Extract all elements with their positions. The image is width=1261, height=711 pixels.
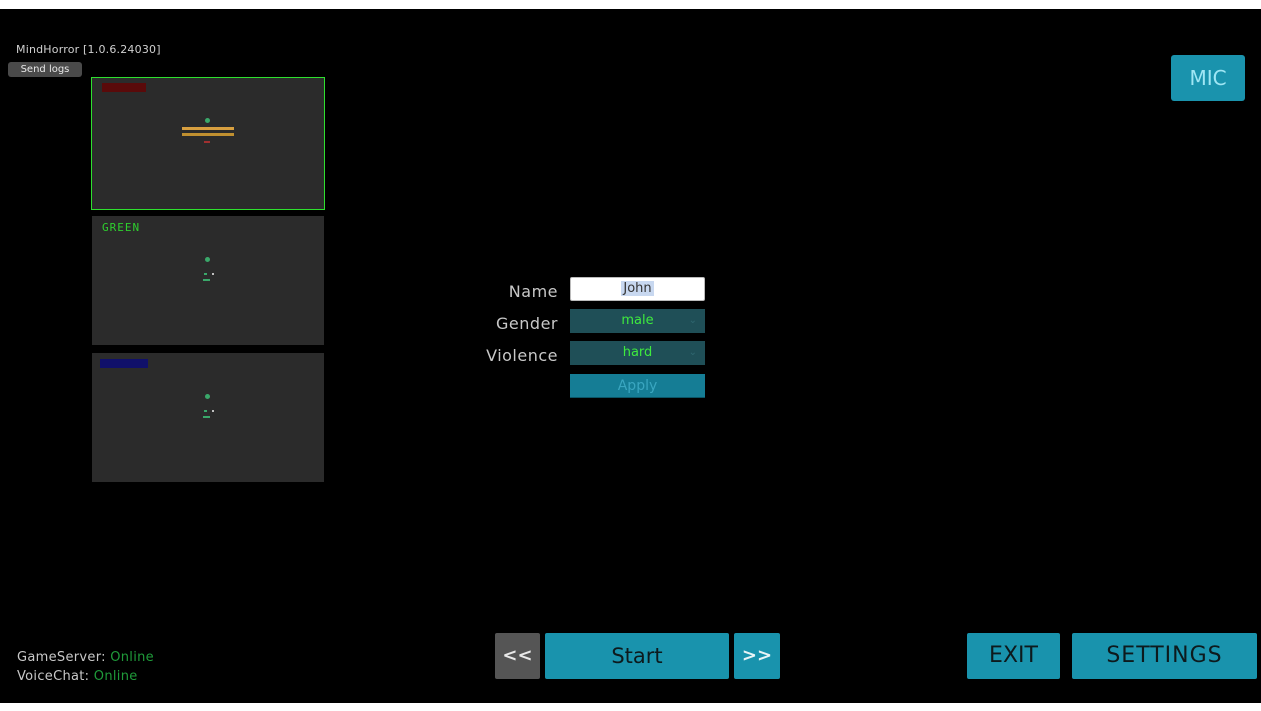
gameserver-label: GameServer: bbox=[17, 650, 106, 665]
violence-select[interactable]: hard ⌄ bbox=[570, 341, 705, 365]
gender-select[interactable]: male ⌄ bbox=[570, 309, 705, 333]
name-value: John bbox=[621, 281, 654, 296]
character-head-icon bbox=[205, 118, 210, 123]
name-label: Name bbox=[508, 282, 558, 301]
character-slot-blue[interactable] bbox=[92, 353, 324, 482]
chevron-down-icon: ⌄ bbox=[688, 315, 697, 326]
character-mouth-icon bbox=[204, 141, 210, 143]
gender-value: male bbox=[621, 313, 654, 328]
slot-title-blue bbox=[100, 359, 148, 368]
send-logs-button[interactable]: Send logs bbox=[8, 62, 82, 77]
gameserver-status: GameServer: Online bbox=[17, 650, 154, 665]
start-button[interactable]: Start bbox=[545, 633, 729, 679]
gender-label: Gender bbox=[496, 314, 558, 333]
character-mouth-icon bbox=[203, 279, 210, 281]
name-input[interactable]: John bbox=[570, 277, 705, 301]
character-head-icon bbox=[205, 257, 210, 262]
mic-button[interactable]: MIC bbox=[1171, 55, 1245, 101]
violence-label: Violence bbox=[486, 346, 558, 365]
gameserver-value: Online bbox=[110, 650, 154, 665]
next-button[interactable]: >> bbox=[734, 633, 780, 679]
apply-button[interactable]: Apply bbox=[570, 374, 705, 398]
voicechat-value: Online bbox=[93, 669, 138, 684]
character-head-icon bbox=[205, 394, 210, 399]
slot-title-green: GREEN bbox=[102, 221, 141, 234]
character-eye-icon bbox=[212, 273, 214, 275]
chevron-down-icon: ⌄ bbox=[688, 347, 697, 358]
character-glyph-icon bbox=[182, 133, 234, 136]
character-mouth-icon bbox=[203, 416, 210, 418]
character-glyph-icon bbox=[182, 127, 234, 130]
settings-button[interactable]: SETTINGS bbox=[1072, 633, 1257, 679]
previous-button[interactable]: << bbox=[495, 633, 540, 679]
character-eye-icon bbox=[204, 410, 207, 412]
character-slot-red[interactable] bbox=[91, 77, 325, 210]
exit-button[interactable]: EXIT bbox=[967, 633, 1060, 679]
character-slot-green[interactable]: GREEN bbox=[92, 216, 324, 345]
game-screen: MindHorror [1.0.6.24030] Send logs MIC G… bbox=[0, 9, 1261, 703]
character-eye-icon bbox=[204, 273, 207, 275]
voicechat-status: VoiceChat: Online bbox=[17, 669, 138, 684]
version-label: MindHorror [1.0.6.24030] bbox=[16, 43, 161, 56]
voicechat-label: VoiceChat: bbox=[17, 669, 90, 684]
slot-title-red bbox=[102, 83, 146, 92]
character-eye-icon bbox=[212, 410, 214, 412]
violence-value: hard bbox=[622, 345, 653, 360]
